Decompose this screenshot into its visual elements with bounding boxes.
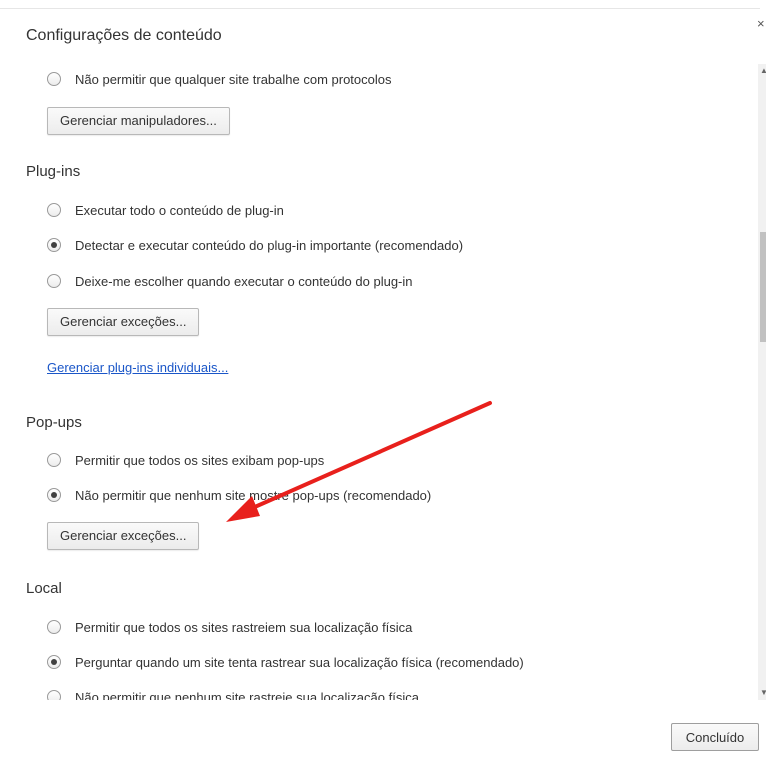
radio-location-allow-all[interactable]: Permitir que todos os sites rastreiem su… <box>47 617 412 637</box>
radio-label: Não permitir que qualquer site trabalhe … <box>75 71 392 87</box>
top-divider <box>0 8 760 9</box>
radio-selected-dot <box>51 659 57 665</box>
radio-button[interactable] <box>47 72 61 86</box>
done-button[interactable]: Concluído <box>671 723 759 751</box>
radio-label: Não permitir que nenhum site mostre pop-… <box>75 487 432 503</box>
radio-button[interactable] <box>47 690 61 700</box>
settings-scroll-area[interactable]: Não permitir que qualquer site trabalhe … <box>0 60 760 700</box>
radio-selected-dot <box>51 242 57 248</box>
radio-plugins-run-all[interactable]: Executar todo o conteúdo de plug-in <box>47 200 284 220</box>
radio-plugins-let-me-choose[interactable]: Deixe-me escolher quando executar o cont… <box>47 271 413 291</box>
scroll-up-icon[interactable]: ▲ <box>760 66 766 75</box>
radio-button[interactable] <box>47 274 61 288</box>
radio-button[interactable] <box>47 655 61 669</box>
radio-label: Não permitir que nenhum site rastreie su… <box>75 689 419 701</box>
radio-popups-allow-all[interactable]: Permitir que todos os sites exibam pop-u… <box>47 450 324 470</box>
popups-manage-exceptions-button[interactable]: Gerenciar exceções... <box>47 522 200 550</box>
popups-section-title: Pop-ups <box>26 414 82 431</box>
location-section-title: Local <box>26 580 62 597</box>
radio-button[interactable] <box>47 238 61 252</box>
manage-handlers-button[interactable]: Gerenciar manipuladores... <box>47 107 230 135</box>
content-settings-dialog: Configurações de conteúdo × Não permitir… <box>0 0 766 760</box>
scrollbar-thumb[interactable] <box>760 232 766 342</box>
dialog-title: Configurações de conteúdo <box>26 27 222 44</box>
plugins-section-title: Plug-ins <box>26 163 81 180</box>
radio-plugins-detect-important[interactable]: Detectar e executar conteúdo do plug-in … <box>47 235 463 255</box>
radio-label: Permitir que todos os sites rastreiem su… <box>75 619 413 635</box>
radio-label: Perguntar quando um site tenta rastrear … <box>75 654 524 670</box>
radio-label: Permitir que todos os sites exibam pop-u… <box>75 452 325 468</box>
radio-location-ask[interactable]: Perguntar quando um site tenta rastrear … <box>47 652 524 672</box>
scrollbar-track[interactable] <box>758 64 766 700</box>
radio-label: Deixe-me escolher quando executar o cont… <box>75 273 413 289</box>
radio-label: Executar todo o conteúdo de plug-in <box>75 202 284 218</box>
close-icon[interactable]: × <box>757 16 765 31</box>
plugins-manage-exceptions-button[interactable]: Gerenciar exceções... <box>47 308 200 336</box>
radio-button[interactable] <box>47 488 61 502</box>
radio-label: Detectar e executar conteúdo do plug-in … <box>75 237 464 253</box>
scroll-down-icon[interactable]: ▼ <box>760 688 766 697</box>
radio-button[interactable] <box>47 453 61 467</box>
manage-individual-plugins-link[interactable]: Gerenciar plug-ins individuais... <box>47 360 228 375</box>
radio-button[interactable] <box>47 620 61 634</box>
radio-location-block-all[interactable]: Não permitir que nenhum site rastreie su… <box>47 687 419 700</box>
radio-block-protocol-handlers[interactable]: Não permitir que qualquer site trabalhe … <box>47 69 392 89</box>
radio-selected-dot <box>51 492 57 498</box>
radio-popups-block-all[interactable]: Não permitir que nenhum site mostre pop-… <box>47 485 431 505</box>
radio-button[interactable] <box>47 203 61 217</box>
